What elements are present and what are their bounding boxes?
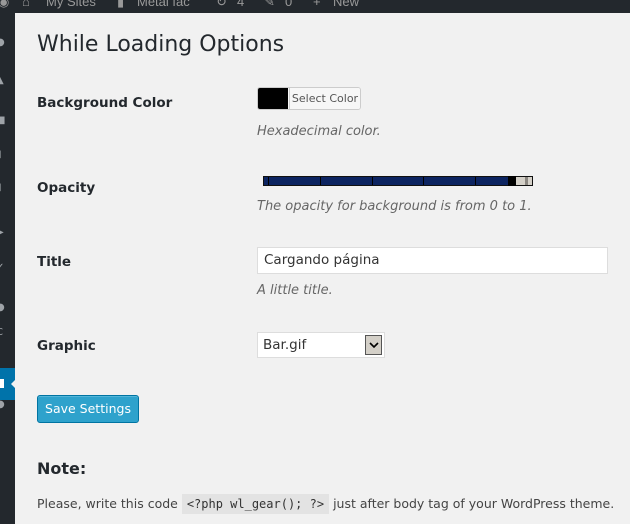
site-name-link[interactable]: Metal fac: [137, 0, 190, 9]
media-icon[interactable]: ■: [0, 116, 6, 126]
code-snippet: <?php wl_gear(); ?>: [181, 494, 330, 514]
appearance-icon[interactable]: ▶: [0, 228, 6, 238]
slider-end-marker: [525, 177, 528, 185]
title-description: A little title.: [257, 283, 333, 298]
chevron-down-icon: [369, 342, 379, 349]
note-before: Please, write this code: [37, 496, 182, 511]
my-sites-link[interactable]: My Sites: [46, 0, 96, 9]
page-title: While Loading Options: [37, 32, 285, 57]
settings-icon: [0, 379, 4, 388]
graphic-select[interactable]: Bar.gif: [257, 332, 385, 358]
new-link[interactable]: New: [333, 0, 359, 9]
background-color-label: Background Color: [37, 95, 173, 111]
slider-tick: [320, 177, 321, 185]
dashboard-icon[interactable]: ●: [0, 38, 6, 48]
graphic-label: Graphic: [37, 338, 96, 354]
comments-count[interactable]: 0: [285, 0, 292, 9]
title-label: Title: [37, 254, 72, 270]
updates-count[interactable]: 4: [237, 0, 244, 9]
home-icon: ▮: [117, 0, 125, 9]
opacity-label: Opacity: [37, 180, 96, 196]
comments-icon[interactable]: ▮: [0, 183, 6, 193]
tools-icon[interactable]: C: [0, 328, 6, 338]
opacity-slider-thumb[interactable]: [508, 176, 516, 186]
collapse-icon[interactable]: ●: [0, 400, 6, 410]
sidebar-item-settings[interactable]: [0, 368, 16, 400]
pages-icon[interactable]: ▮: [0, 150, 6, 160]
slider-tick: [423, 177, 424, 185]
updates-icon: ↻: [216, 0, 227, 9]
wordpress-icon[interactable]: ◉: [0, 0, 9, 10]
select-color-label: Select Color: [289, 88, 360, 109]
graphic-selected-value: Bar.gif: [263, 337, 307, 353]
color-swatch: [258, 88, 288, 109]
posts-icon[interactable]: ▲: [0, 76, 6, 86]
active-indicator: [11, 379, 16, 389]
opacity-slider[interactable]: [263, 176, 533, 186]
opacity-slider-fill: [264, 177, 508, 185]
note-heading: Note:: [37, 459, 87, 478]
slider-tick: [372, 177, 373, 185]
background-color-description: Hexadecimal color.: [257, 124, 381, 139]
comments-icon: ✎: [264, 0, 275, 9]
admin-bar: ◉ ⌂ My Sites ▮ Metal fac ↻ 4 ✎ 0 + New: [0, 0, 630, 13]
slider-tick: [475, 177, 476, 185]
plugins-icon[interactable]: ✓: [0, 263, 6, 273]
admin-sidebar: ● ▲ ■ ▮ ▮ ▶ ✓ ● C ●: [0, 13, 16, 524]
note-text: Please, write this code <?php wl_gear();…: [37, 494, 615, 514]
save-settings-button[interactable]: Save Settings: [37, 395, 139, 423]
note-after: just after body tag of your WordPress th…: [329, 496, 615, 511]
slider-tick: [268, 177, 269, 185]
plus-icon: +: [313, 0, 321, 9]
opacity-description: The opacity for background is from 0 to …: [257, 199, 532, 214]
my-sites-icon: ⌂: [22, 0, 30, 9]
users-icon[interactable]: ●: [0, 303, 6, 313]
dropdown-button[interactable]: [365, 335, 382, 355]
select-color-button[interactable]: Select Color: [257, 87, 361, 110]
title-input[interactable]: Cargando página: [257, 247, 608, 274]
